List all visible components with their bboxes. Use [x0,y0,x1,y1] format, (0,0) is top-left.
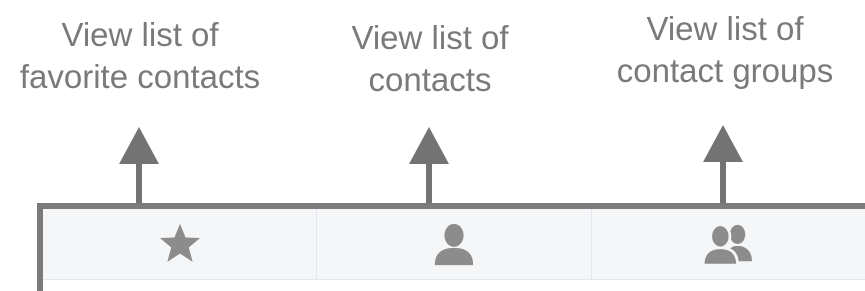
star-icon [159,223,200,262]
tab-favorites[interactable] [43,209,316,279]
callout-favorites-line2: favorite contacts [19,58,261,95]
callout-favorites-line1: View list of [61,16,219,53]
callout-contacts-line1: View list of [351,19,509,56]
callout-favorites: View list of favorite contacts [0,14,280,98]
contacts-tab-bar [43,209,865,280]
callout-groups: View list of contact groups [585,8,865,92]
tab-groups[interactable] [590,209,865,279]
person-icon [434,223,474,266]
callout-contacts-line2: contacts [368,61,492,98]
callout-groups-line2: contact groups [616,52,834,89]
callout-contacts: View list of contacts [290,17,570,101]
callout-groups-line1: View list of [646,10,804,47]
group-icon [702,223,753,267]
tab-contacts[interactable] [316,209,590,279]
